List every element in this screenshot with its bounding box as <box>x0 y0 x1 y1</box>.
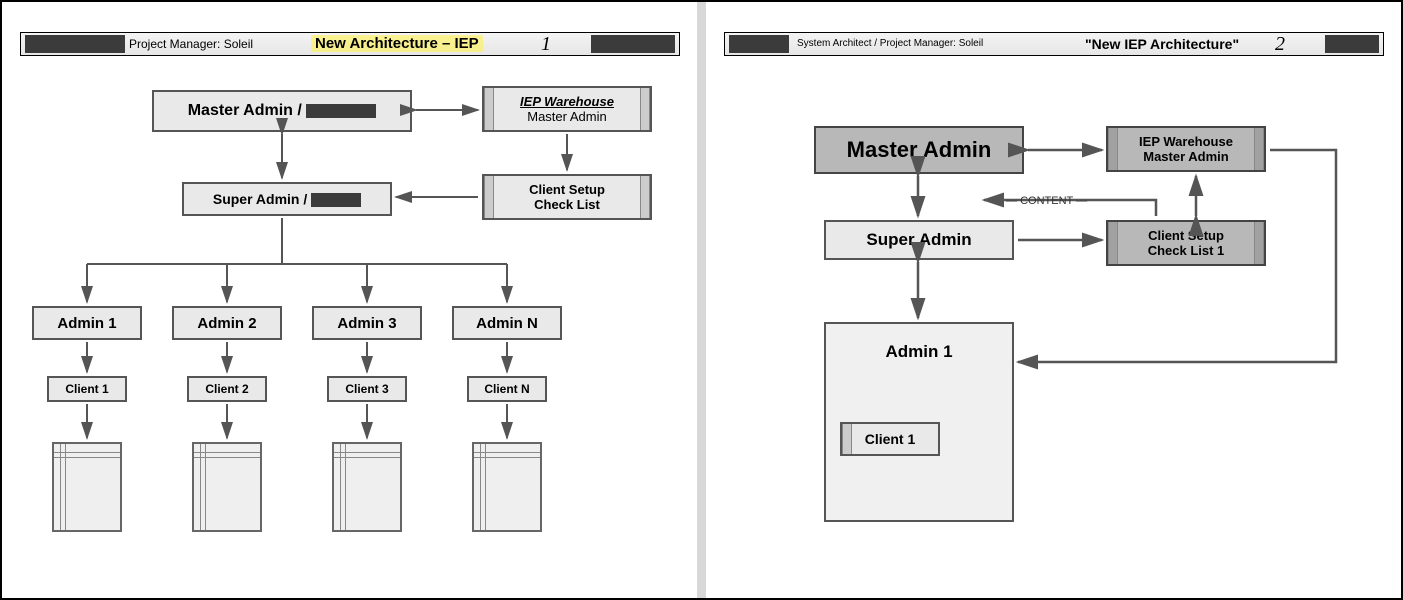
content-label: — CONTENT — <box>1006 195 1087 207</box>
right-arrows: — CONTENT — <box>706 2 1401 598</box>
page-number: 1 <box>541 33 551 56</box>
iep-warehouse-box: IEP WarehouseMaster Admin <box>1106 126 1266 172</box>
role-label: Project Manager: Soleil <box>129 37 253 51</box>
document-icon <box>332 442 402 532</box>
client-setup-box: Client SetupCheck List <box>482 174 652 220</box>
redaction-box <box>1325 35 1379 53</box>
redaction-box <box>591 35 675 53</box>
left-panel: Project Manager: Soleil New Architecture… <box>2 2 697 598</box>
client-box: Client 1 <box>840 422 940 456</box>
role-label: System Architect / Project Manager: Sole… <box>797 38 983 49</box>
client-box: Client 2 <box>187 376 267 402</box>
super-admin-box: Super Admin <box>824 220 1014 260</box>
right-titlebar: System Architect / Project Manager: Sole… <box>724 32 1384 56</box>
document-icon <box>52 442 122 532</box>
page-number: 2 <box>1275 33 1285 56</box>
client-box: Client N <box>467 376 547 402</box>
right-panel: System Architect / Project Manager: Sole… <box>706 2 1401 598</box>
redaction-box <box>25 35 125 53</box>
super-admin-box: Super Admin / <box>182 182 392 216</box>
admin-box: Admin N <box>452 306 562 340</box>
panel-divider <box>697 2 706 598</box>
document-icon <box>472 442 542 532</box>
document-icon <box>192 442 262 532</box>
client-box: Client 3 <box>327 376 407 402</box>
iep-warehouse-box: IEP WarehouseMaster Admin <box>482 86 652 132</box>
master-admin-box: Master Admin <box>814 126 1024 174</box>
client-box: Client 1 <box>47 376 127 402</box>
admin-box: Admin 3 <box>312 306 422 340</box>
page-title: New Architecture – IEP <box>311 35 483 52</box>
master-admin-box: Master Admin / <box>152 90 412 132</box>
redaction-box <box>729 35 789 53</box>
admin-box: Admin 2 <box>172 306 282 340</box>
admin-box: Admin 1 <box>32 306 142 340</box>
page-title: "New IEP Architecture" <box>1085 36 1239 52</box>
left-titlebar: Project Manager: Soleil New Architecture… <box>20 32 680 56</box>
client-setup-box: Client SetupCheck List 1 <box>1106 220 1266 266</box>
